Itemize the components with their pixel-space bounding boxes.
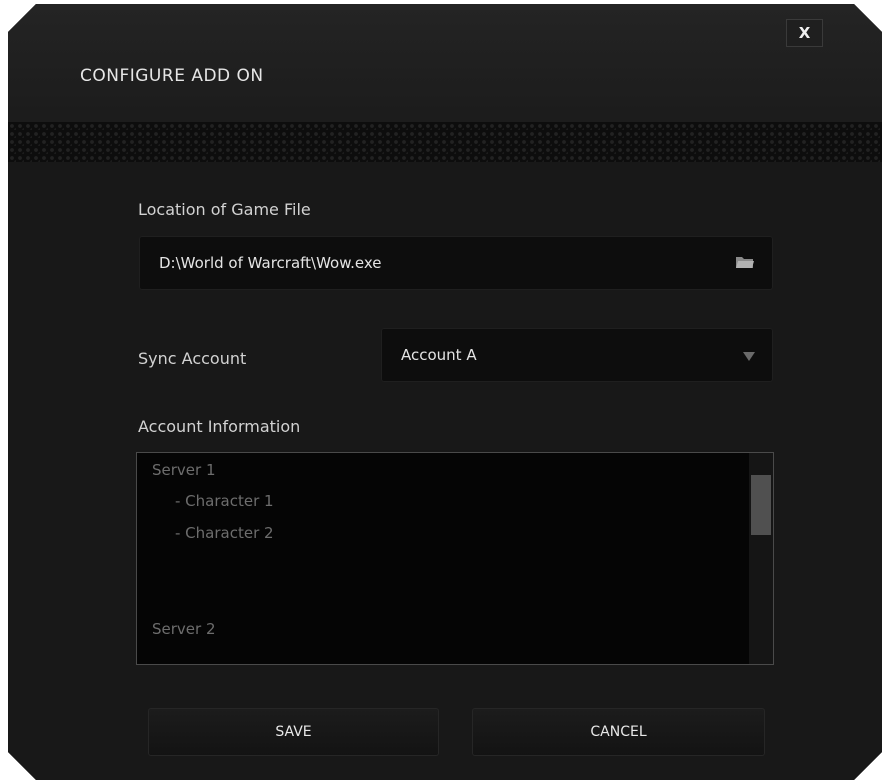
list-item-character-2[interactable]: - Character 2 [175, 524, 274, 542]
mesh-divider [8, 122, 882, 162]
configure-add-on-dialog: CONFIGURE ADD ON X Location of Game File… [8, 4, 882, 780]
list-item-character-1[interactable]: - Character 1 [175, 492, 274, 510]
dialog-title: CONFIGURE ADD ON [80, 66, 264, 86]
list-item-server-1[interactable]: Server 1 [152, 461, 216, 479]
cancel-button[interactable]: CANCEL [472, 708, 765, 756]
triangle-down-icon [743, 352, 755, 361]
dialog-header: CONFIGURE ADD ON X [8, 4, 882, 122]
list-item-server-2[interactable]: Server 2 [152, 620, 216, 638]
save-button[interactable]: SAVE [148, 708, 439, 756]
account-info-label: Account Information [138, 417, 301, 436]
game-file-path: D:\World of Warcraft\Wow.exe [159, 254, 382, 272]
account-info-scrollbar[interactable] [749, 453, 773, 664]
account-info-list[interactable]: Server 1 - Character 1 - Character 2 Ser… [136, 452, 774, 665]
scrollbar-thumb[interactable] [751, 475, 771, 535]
close-button[interactable]: X [786, 19, 823, 47]
game-file-label: Location of Game File [138, 200, 311, 219]
sync-account-selected: Account A [401, 346, 477, 364]
sync-account-label: Sync Account [138, 349, 247, 368]
sync-account-dropdown[interactable]: Account A [381, 328, 773, 382]
folder-icon[interactable] [735, 255, 755, 269]
game-file-field[interactable]: D:\World of Warcraft\Wow.exe [139, 236, 773, 290]
